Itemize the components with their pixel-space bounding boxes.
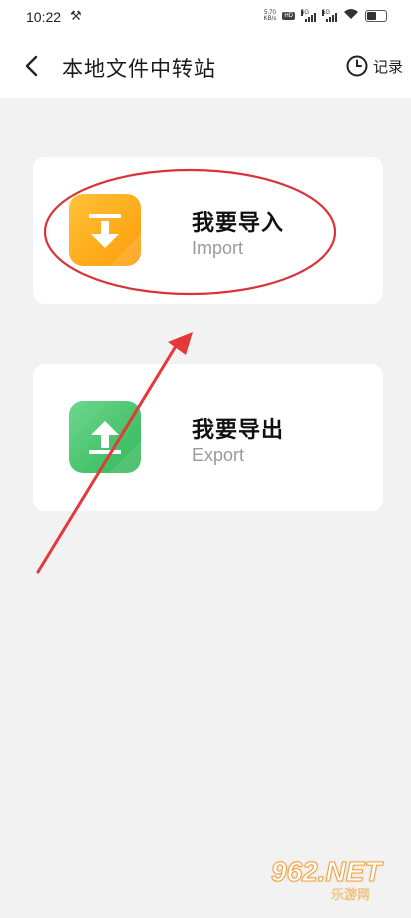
records-button[interactable]: 记录	[345, 54, 403, 78]
export-icon-tile	[69, 401, 141, 473]
export-subtitle: Export	[192, 445, 245, 465]
signal-sim2-icon: 5G	[322, 9, 337, 22]
sim2-label: 5G	[322, 9, 331, 16]
import-title: 我要导入	[192, 211, 285, 236]
watermark-logo: 962.NET 乐游网	[271, 856, 401, 906]
net-speed-value: 5.70	[264, 9, 276, 16]
net-speed-unit: KB/s	[263, 15, 277, 22]
export-card[interactable]: 我要导出 Export	[33, 364, 383, 511]
import-icon-tile	[69, 194, 141, 266]
back-button[interactable]	[18, 52, 46, 80]
net-speed: 5.70 KB/s	[264, 10, 277, 22]
sim1-label: 5G	[301, 9, 310, 16]
records-label: 记录	[372, 57, 403, 76]
watermark-caption: 乐游网	[331, 888, 371, 903]
wifi-icon	[343, 8, 359, 23]
page-title: 本地文件中转站	[62, 57, 216, 81]
status-bar: 10:22 ⚒ 5.70 KB/s HD 5G 5G	[0, 0, 411, 34]
import-subtitle: Import	[192, 238, 244, 258]
battery-icon	[365, 9, 387, 22]
hd-badge: HD	[282, 11, 295, 20]
pointer-arrow-head	[168, 332, 193, 355]
signal-sim1-icon: 5G	[301, 9, 316, 22]
status-time: 10:22	[26, 9, 62, 25]
import-card[interactable]: 我要导入 Import	[33, 157, 383, 304]
clock-icon	[346, 55, 368, 77]
export-arrow-icon	[89, 421, 141, 473]
import-arrow-icon	[89, 214, 141, 266]
tool-icon: ⚒	[70, 8, 82, 23]
app-header: 本地文件中转站 记录	[0, 34, 411, 98]
export-title: 我要导出	[192, 418, 285, 443]
status-indicators: 5.70 KB/s HD 5G 5G	[264, 8, 387, 23]
back-chevron-icon	[25, 55, 38, 77]
